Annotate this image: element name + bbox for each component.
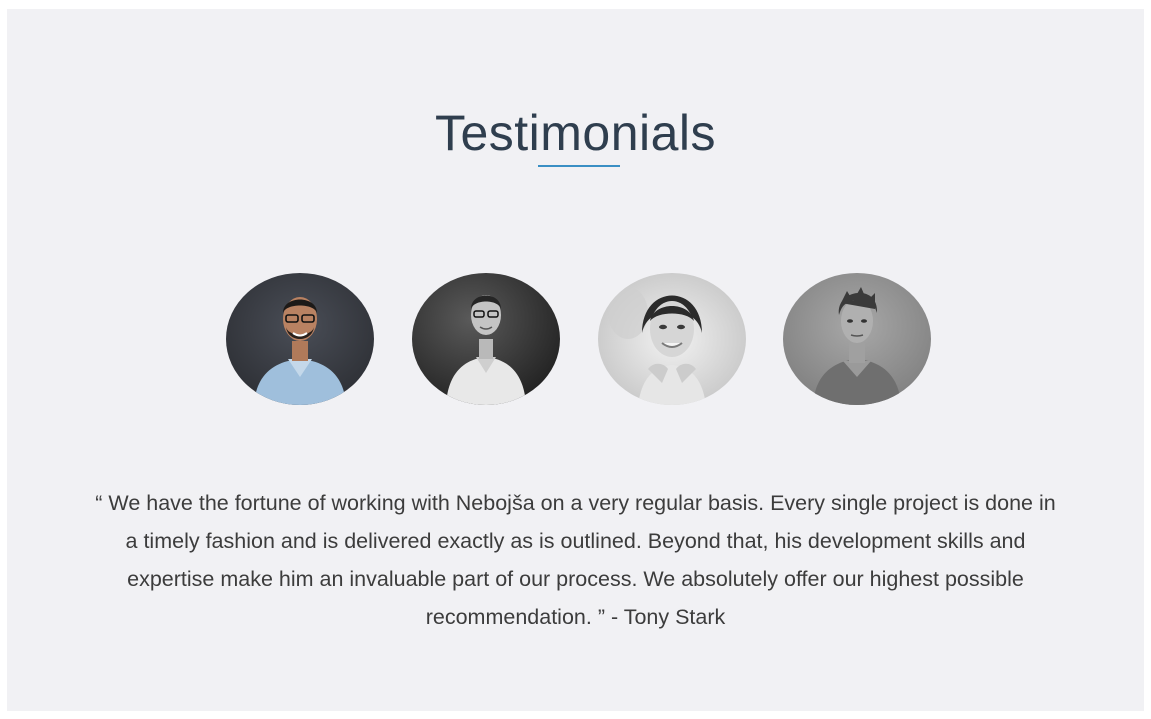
testimonial-quote: “ We have the fortune of working with Ne… — [95, 491, 1056, 629]
person-photo-icon — [226, 273, 374, 405]
person-photo-icon — [783, 273, 931, 405]
person-photo-icon — [598, 273, 746, 405]
avatar-list — [226, 273, 932, 406]
person-photo-icon — [412, 273, 560, 405]
title-underline — [538, 165, 620, 167]
avatar-3[interactable] — [598, 273, 746, 405]
avatar-1[interactable] — [226, 273, 374, 405]
avatar-2[interactable] — [412, 273, 560, 405]
avatar-4[interactable] — [783, 273, 931, 405]
section-title: Testimonials — [434, 105, 717, 161]
testimonials-section: Testimonials “ We have the fortune of wo… — [7, 9, 1144, 711]
